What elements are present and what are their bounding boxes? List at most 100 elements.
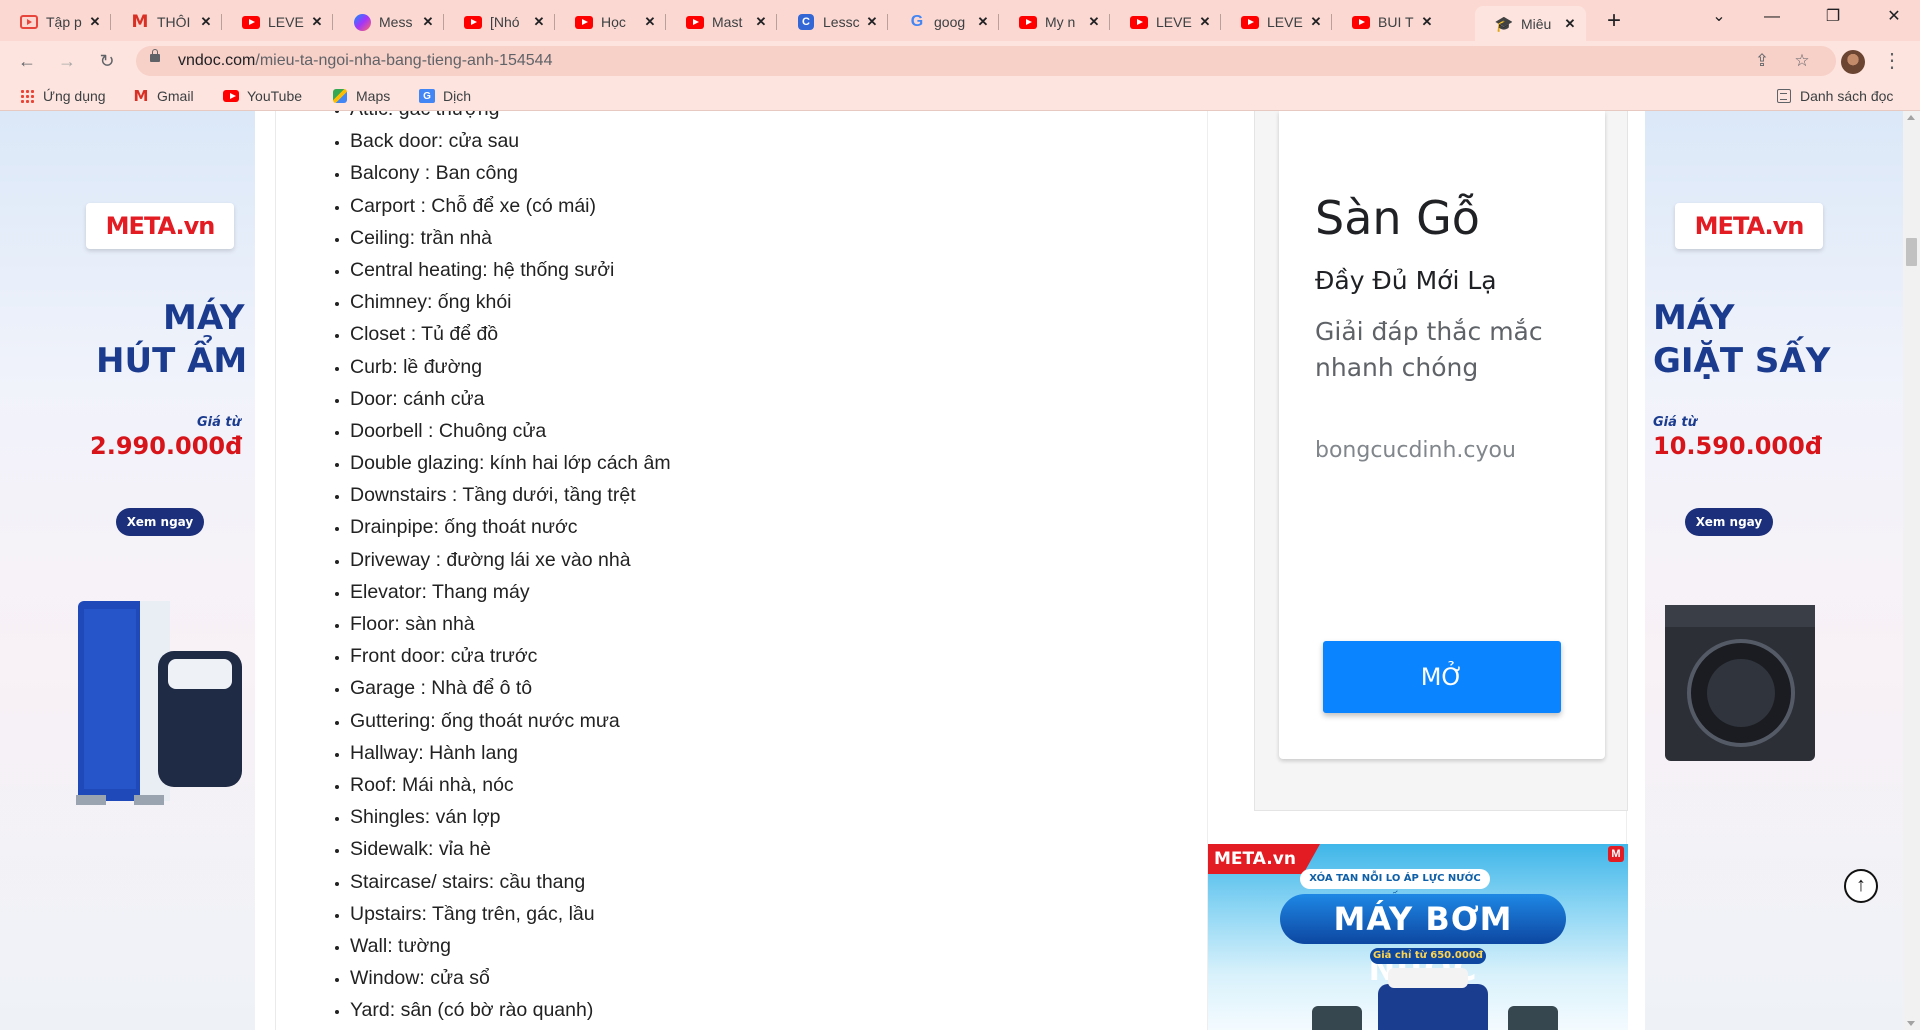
vocab-item: Ceiling: trần nhà	[350, 222, 671, 254]
pump-image	[1508, 1006, 1558, 1030]
ad-badge: M	[1608, 846, 1624, 862]
tab-10[interactable]: My n ✕	[999, 6, 1110, 38]
tab-6[interactable]: Học ✕	[555, 6, 666, 38]
close-icon[interactable]: ✕	[642, 14, 658, 30]
tab-title: LEVE	[1156, 14, 1192, 30]
tab-3[interactable]: LEVE ✕	[222, 6, 333, 38]
vocab-item: Wall: tường	[350, 930, 671, 962]
lock-icon[interactable]	[150, 49, 160, 62]
ad-cta-button[interactable]: Xem ngay	[1685, 508, 1773, 536]
close-window-button[interactable]: ✕	[1871, 0, 1917, 34]
youtube-outline-icon	[20, 13, 38, 31]
scroll-to-top-button[interactable]: ↑	[1844, 869, 1878, 903]
youtube-icon	[464, 13, 482, 31]
youtube-icon	[223, 88, 239, 104]
close-icon[interactable]: ✕	[1086, 14, 1102, 30]
vocab-item: Upstairs: Tầng trên, gác, lầu	[350, 898, 671, 930]
bookmark-youtube[interactable]: YouTube	[223, 87, 302, 105]
scroll-down-arrow-icon[interactable]	[1907, 1021, 1915, 1026]
scrollbar-thumb[interactable]	[1906, 238, 1917, 266]
vocab-item: Shingles: ván lợp	[350, 801, 671, 833]
vocab-item: Roof: Mái nhà, nóc	[350, 769, 671, 801]
bookmark-label: YouTube	[247, 88, 303, 104]
bookmark-label: Ứng dụng	[43, 88, 106, 104]
address-bar[interactable]: vndoc.com/mieu-ta-ngoi-nha-bang-tieng-an…	[136, 46, 1836, 76]
ad-tagline: XÓA TAN NỖI LO ÁP LỰC NƯỚC YẾU	[1300, 869, 1490, 904]
ad-domain[interactable]: bongcucdinh.cyou	[1315, 438, 1516, 463]
gmail-icon: M	[133, 87, 149, 105]
close-icon[interactable]: ✕	[1419, 14, 1435, 30]
forward-button[interactable]: →	[53, 47, 81, 75]
google-icon: G	[910, 13, 924, 30]
bookmark-star-icon[interactable]: ☆	[1792, 51, 1812, 71]
open-ad-button[interactable]: MỞ	[1323, 641, 1561, 713]
vocab-item: Carport : Chỗ để xe (có mái)	[350, 190, 671, 222]
right-sidebar: Sàn Gỗ Đầy Đủ Mới Lạ Giải đáp thắc mắc n…	[1207, 111, 1628, 1030]
page-scrollbar[interactable]	[1903, 111, 1920, 1030]
tab-7[interactable]: Mast ✕	[666, 6, 777, 38]
tab-active[interactable]: 🎓 Miêu ✕	[1475, 6, 1586, 41]
close-icon[interactable]: ✕	[864, 14, 880, 30]
ad-price: 2.990.000đ	[90, 432, 243, 460]
browser-toolbar: ← → ↻ vndoc.com/mieu-ta-ngoi-nha-bang-ti…	[0, 41, 1920, 81]
bookmark-apps[interactable]: Ứng dụng	[19, 87, 106, 105]
close-icon[interactable]: ✕	[1308, 14, 1324, 30]
bookmark-translate[interactable]: G Dịch	[419, 87, 471, 105]
close-icon[interactable]: ✕	[198, 14, 214, 30]
pump-banner-ad[interactable]: META.vn M XÓA TAN NỖI LO ÁP LỰC NƯỚC YẾU…	[1208, 844, 1628, 1030]
close-icon[interactable]: ✕	[975, 14, 991, 30]
tab-1[interactable]: Tập p ✕	[0, 6, 111, 38]
back-button[interactable]: ←	[13, 47, 41, 75]
share-icon[interactable]: ⇪	[1752, 51, 1772, 71]
close-icon[interactable]: ✕	[1197, 14, 1213, 30]
display-ad-card[interactable]: Sàn Gỗ Đầy Đủ Mới Lạ Giải đáp thắc mắc n…	[1279, 111, 1605, 759]
vocab-item: Drainpipe: ống thoát nước	[350, 511, 671, 543]
restore-button[interactable]: ❐	[1810, 0, 1856, 34]
vocab-item: Door: cánh cửa	[350, 383, 671, 415]
article-body: Attic: gác thượng Back door: cửa sau Bal…	[275, 111, 1265, 1030]
bookmark-label: Dịch	[443, 88, 472, 104]
close-icon[interactable]: ✕	[420, 14, 436, 30]
youtube-icon	[686, 13, 704, 31]
tab-12[interactable]: LEVE ✕	[1221, 6, 1332, 38]
tab-2[interactable]: M THÔI ✕	[111, 6, 222, 38]
profile-avatar[interactable]	[1841, 50, 1865, 74]
ad-cta-button[interactable]: Xem ngay	[116, 508, 204, 536]
tab-9[interactable]: G goog ✕	[888, 6, 999, 38]
c-app-icon: C	[797, 13, 815, 31]
close-icon[interactable]: ✕	[309, 14, 325, 30]
ad-logo: META.vn	[86, 203, 234, 249]
url-text[interactable]: vndoc.com/mieu-ta-ngoi-nha-bang-tieng-an…	[178, 52, 552, 70]
vocab-item: Curb: lề đường	[350, 351, 671, 383]
minimize-button[interactable]: —	[1749, 0, 1795, 34]
vocab-item: Closet : Tủ để đồ	[350, 318, 671, 350]
scroll-up-arrow-icon[interactable]	[1907, 115, 1915, 120]
vocab-item: Back door: cửa sau	[350, 125, 671, 157]
dehumidifier-image	[76, 601, 242, 805]
tab-13[interactable]: BUI T ✕	[1332, 6, 1443, 38]
page-viewport: META.vn MÁY HÚT ẨM Giá từ 2.990.000đ Xem…	[0, 111, 1920, 1030]
tab-4[interactable]: Mess ✕	[333, 6, 444, 38]
reading-list-button[interactable]: Danh sách đọc	[1776, 87, 1893, 105]
ad-logo: META.vn	[1208, 844, 1320, 874]
reload-button[interactable]: ↻	[93, 47, 121, 75]
vocab-item: Double glazing: kính hai lớp cách âm	[350, 447, 671, 479]
close-icon[interactable]: ✕	[531, 14, 547, 30]
close-icon[interactable]: ✕	[753, 14, 769, 30]
left-side-ad[interactable]: META.vn MÁY HÚT ẨM Giá từ 2.990.000đ Xem…	[0, 111, 255, 1030]
close-icon[interactable]: ✕	[87, 14, 103, 30]
tab-8[interactable]: C Lessc ✕	[777, 6, 888, 38]
new-tab-button[interactable]: +	[1600, 7, 1628, 35]
translate-icon: G	[419, 88, 435, 104]
tab-11[interactable]: LEVE ✕	[1110, 6, 1221, 38]
ad-subtitle: Đầy Đủ Mới Lạ	[1315, 266, 1497, 295]
vocab-item: Guttering: ống thoát nước mưa	[350, 705, 671, 737]
close-icon[interactable]: ✕	[1562, 16, 1578, 32]
bookmark-gmail[interactable]: M Gmail	[133, 87, 194, 105]
bookmark-maps[interactable]: Maps	[332, 87, 390, 105]
tab-title: Lessc	[823, 14, 860, 30]
tab-title: BUI T	[1378, 14, 1414, 30]
tab-5[interactable]: [Nhó ✕	[444, 6, 555, 38]
more-menu-icon[interactable]: ⋮	[1880, 47, 1904, 75]
tab-search-chevron-icon[interactable]: ⌄	[1696, 0, 1742, 34]
